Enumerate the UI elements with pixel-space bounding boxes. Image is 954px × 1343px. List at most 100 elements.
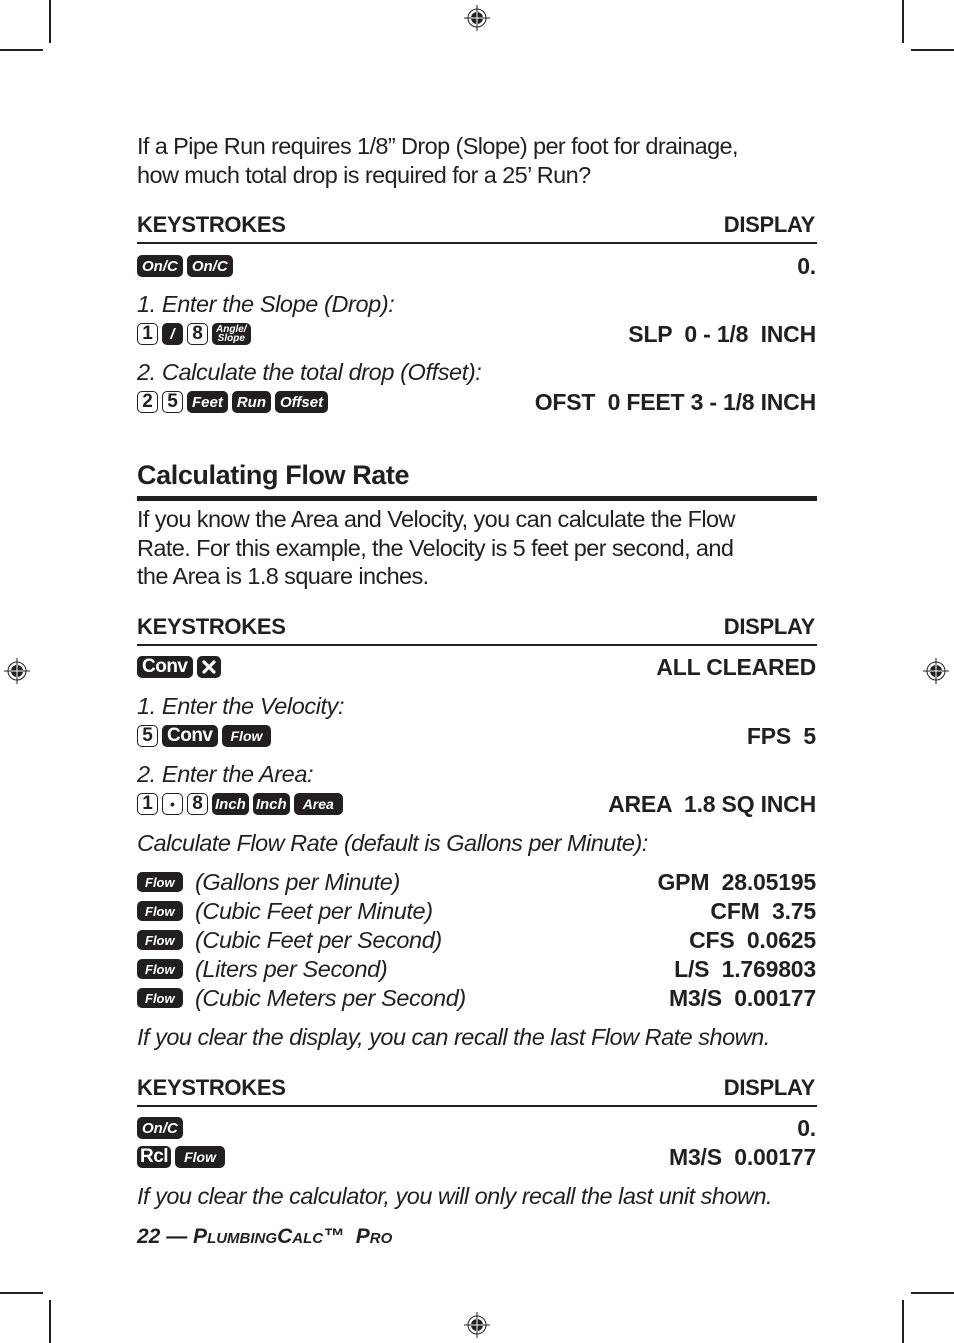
section-title-rule <box>137 496 817 501</box>
inch-key[interactable]: Inch <box>252 793 290 815</box>
flow-key[interactable]: Flow <box>137 930 183 950</box>
page-footer: 22 — PLUMBINGCALC™ PRO <box>137 1225 392 1249</box>
flow-row: Flow (Cubic Meters per Second) M3/S 0.00… <box>137 985 817 1011</box>
keystrokes-column-header: KEYSTROKES <box>137 1075 286 1100</box>
display-value: GPM 28.05195 <box>657 869 816 895</box>
display-value: CFS 0.0625 <box>689 927 816 953</box>
rcl-key[interactable]: Rcl <box>137 1146 172 1168</box>
keystroke-sequence: Conv <box>137 654 221 680</box>
recall-note: If you clear the display, you can recall… <box>137 1024 770 1050</box>
table-row: 2 5 Feet Run Offset OFST 0 FEET 3 - 1/8 … <box>137 389 817 415</box>
decimal-point-key[interactable]: • <box>162 793 183 815</box>
footer-dash: — <box>166 1225 188 1248</box>
flow-unit-label: (Liters per Second) <box>195 956 388 982</box>
digit-2-key[interactable]: 2 <box>137 391 158 413</box>
x-icon <box>201 660 216 674</box>
keystroke-sequence: Flow <box>137 956 183 982</box>
registration-mark-icon <box>923 658 949 684</box>
area-key[interactable]: Area <box>293 793 343 815</box>
keystroke-sequence: Flow <box>137 985 183 1011</box>
display-value: M3/S 0.00177 <box>668 1144 816 1170</box>
digit-5-key[interactable]: 5 <box>162 391 183 413</box>
flow-unit-label: (Gallons per Minute) <box>195 869 400 895</box>
table-row: Rcl Flow M3/S 0.00177 <box>137 1144 817 1170</box>
clear-x-key[interactable] <box>196 656 221 678</box>
flow-key[interactable]: Flow <box>137 988 183 1008</box>
flow-key[interactable]: Flow <box>137 872 183 892</box>
inch-key[interactable]: Inch <box>212 793 249 815</box>
crop-mark-bottom-right-v <box>902 1300 904 1343</box>
display-value: SLP 0 - 1/8 INCH <box>628 321 816 347</box>
keystroke-sequence: Flow <box>137 869 183 895</box>
flow-key[interactable]: Flow <box>137 959 183 979</box>
display-value: M3/S 0.00177 <box>668 985 816 1011</box>
crop-mark-top-left-v <box>49 0 51 43</box>
intro-paragraph-line-2: how much total drop is required for a 25… <box>137 162 591 188</box>
keystroke-sequence: 5 Conv Flow <box>137 723 272 749</box>
table-row: 1 / 8 Angle/Slope SLP 0 - 1/8 INCH <box>137 321 817 347</box>
section-body-line: the Area is 1.8 square inches. <box>137 563 429 589</box>
crop-mark-top-right-h <box>911 49 954 51</box>
keystroke-sequence: Flow <box>137 898 183 924</box>
fraction-slash-key[interactable]: / <box>162 323 183 345</box>
keystroke-sequence: 1 • 8 Inch Inch Area <box>137 791 343 817</box>
flow-key[interactable]: Flow <box>221 725 272 747</box>
display-value: AREA 1.8 SQ INCH <box>608 791 816 817</box>
display-column-header: DISPLAY <box>723 1075 816 1100</box>
display-value: L/S 1.769803 <box>674 956 816 982</box>
angle-slope-key[interactable]: Angle/Slope <box>212 323 251 345</box>
flow-row: Flow (Gallons per Minute) GPM 28.05195 <box>137 869 817 895</box>
crop-mark-top-left-h <box>0 49 43 51</box>
digit-8-key[interactable]: 8 <box>187 323 208 345</box>
intro-paragraph-line-1: If a Pipe Run requires 1/8” Drop (Slope)… <box>137 133 739 159</box>
flow-unit-label: (Cubic Feet per Minute) <box>195 898 433 924</box>
calculate-flow-note: Calculate Flow Rate (default is Gallons … <box>137 830 648 856</box>
on-c-key[interactable]: On/C <box>137 255 183 277</box>
conv-key[interactable]: Conv <box>162 725 218 747</box>
display-value: 0. <box>797 1115 816 1141</box>
digit-1-key[interactable]: 1 <box>137 323 158 345</box>
clear-calculator-note: If you clear the calculator, you will on… <box>137 1183 773 1209</box>
flow-row: Flow (Cubic Feet per Second) CFS 0.0625 <box>137 927 817 953</box>
table-row: On/C 0. <box>137 1115 817 1141</box>
keystroke-sequence: Flow <box>137 927 183 953</box>
keystrokes-column-header: KEYSTROKES <box>137 614 286 639</box>
table-2-header: KEYSTROKES DISPLAY <box>137 614 817 640</box>
step-label: 2. Calculate the total drop (Offset): <box>137 359 482 385</box>
digit-8-key[interactable]: 8 <box>187 793 208 815</box>
display-value: FPS 5 <box>746 723 816 749</box>
registration-mark-icon <box>464 5 490 31</box>
on-c-key[interactable]: On/C <box>186 255 233 277</box>
keystrokes-column-header: KEYSTROKES <box>137 212 286 237</box>
table-1-header-rule <box>137 242 817 244</box>
registration-mark-icon <box>464 1312 490 1338</box>
run-key[interactable]: Run <box>231 391 272 413</box>
table-3-header-rule <box>137 1105 817 1107</box>
conv-key[interactable]: Conv <box>137 656 193 678</box>
display-value: OFST 0 FEET 3 - 1/8 INCH <box>534 389 816 415</box>
display-column-header: DISPLAY <box>723 212 816 237</box>
flow-key[interactable]: Flow <box>137 901 183 921</box>
keystroke-sequence: Rcl Flow <box>137 1144 225 1170</box>
feet-key[interactable]: Feet <box>187 391 228 413</box>
registration-mark-icon <box>4 658 30 684</box>
section-body-line: If you know the Area and Velocity, you c… <box>137 506 735 532</box>
step-label: 1. Enter the Slope (Drop): <box>137 291 395 317</box>
digit-5-key[interactable]: 5 <box>137 725 158 747</box>
flow-key[interactable]: Flow <box>175 1146 225 1168</box>
display-value: ALL CLEARED <box>656 654 816 680</box>
keystroke-sequence: On/C <box>137 1115 183 1141</box>
table-2-header-rule <box>137 644 817 646</box>
on-c-key[interactable]: On/C <box>137 1117 183 1139</box>
table-1-header: KEYSTROKES DISPLAY <box>137 212 817 238</box>
table-3-header: KEYSTROKES DISPLAY <box>137 1075 817 1101</box>
crop-mark-bottom-left-h <box>0 1292 43 1294</box>
table-row: 1 • 8 Inch Inch Area AREA 1.8 SQ INCH <box>137 791 817 817</box>
display-value: 0. <box>797 253 816 279</box>
offset-key[interactable]: Offset <box>275 391 329 413</box>
table-row: On/C On/C 0. <box>137 253 817 279</box>
keystroke-sequence: 2 5 Feet Run Offset <box>137 389 329 415</box>
step-label: 1. Enter the Velocity: <box>137 693 345 719</box>
digit-1-key[interactable]: 1 <box>137 793 158 815</box>
crop-mark-bottom-left-v <box>49 1300 51 1343</box>
